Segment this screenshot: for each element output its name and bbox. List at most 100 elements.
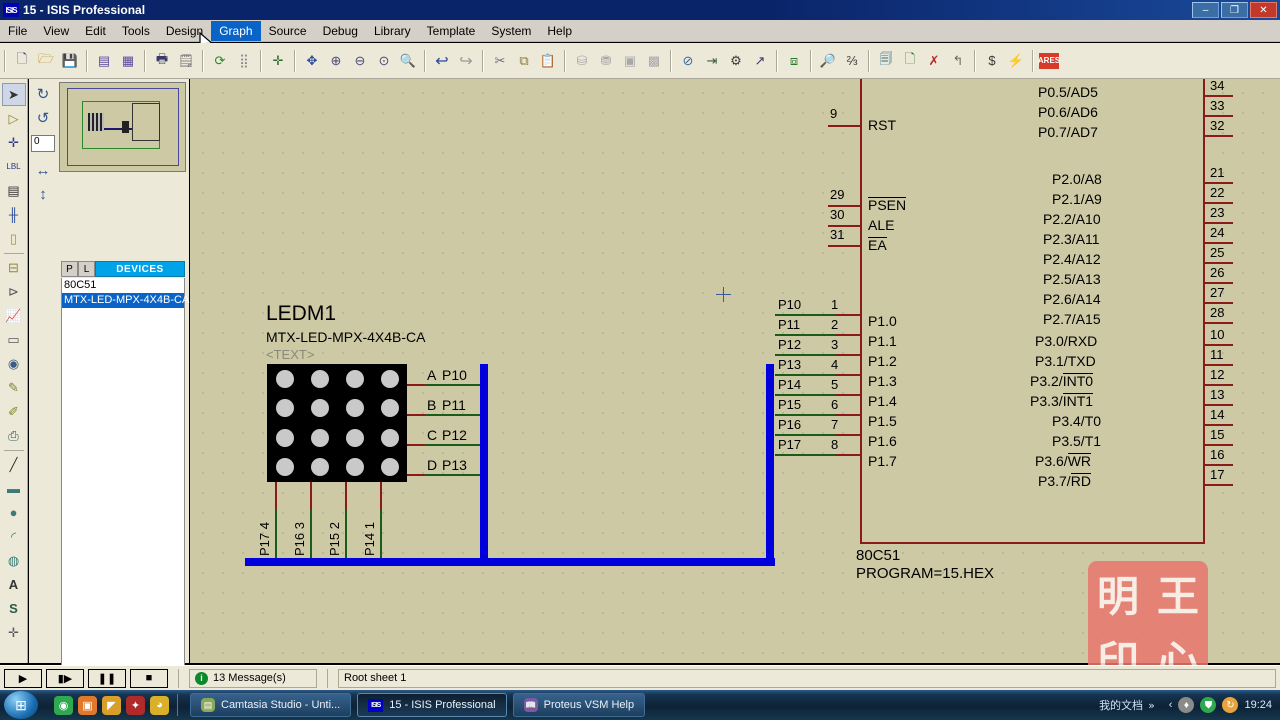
menu-file[interactable]: File <box>0 21 35 41</box>
design-explorer-icon[interactable]: 🗐 <box>875 50 897 72</box>
simulation-play-button[interactable]: ▶ <box>4 668 42 688</box>
tray-icon-update[interactable]: ↻ <box>1222 697 1239 713</box>
copy-icon[interactable]: ⧉ <box>513 50 535 72</box>
import-section-icon[interactable]: ▤ <box>93 50 115 72</box>
line-tool-icon[interactable]: ╱ <box>2 453 26 476</box>
my-documents-button[interactable]: 我的文档 » <box>1091 693 1163 717</box>
terminals-mode-icon[interactable]: ⊟ <box>2 256 26 279</box>
generator-mode-icon[interactable]: ◉ <box>2 352 26 375</box>
taskbar-clock[interactable]: 19:24 <box>1244 699 1272 711</box>
make-device-icon[interactable]: ⇥ <box>701 50 723 72</box>
rotation-angle-input[interactable]: 0 <box>31 135 55 152</box>
voltage-probe-icon[interactable]: ✎ <box>2 376 26 399</box>
zoom-area-icon[interactable]: ⊙ <box>373 50 395 72</box>
menu-graph[interactable]: Graph <box>211 20 261 41</box>
menu-template[interactable]: Template <box>419 21 484 41</box>
zoom-out-icon[interactable]: ⊖ <box>349 50 371 72</box>
taskbar-window-help[interactable]: 📖 Proteus VSM Help <box>512 693 646 717</box>
zoom-in-icon[interactable]: ⊕ <box>325 50 347 72</box>
packaging-tool-icon[interactable]: ⚙ <box>725 50 747 72</box>
menu-view[interactable]: View <box>35 21 77 41</box>
messages-status[interactable]: i 13 Message(s) <box>189 668 317 688</box>
print-icon[interactable]: 🖶 <box>151 50 173 72</box>
mirror-horizontal-icon[interactable]: ↔ <box>36 162 51 182</box>
buses-mode-icon[interactable]: ╫ <box>2 203 26 226</box>
export-section-icon[interactable]: ▦ <box>117 50 139 72</box>
graph-mode-icon[interactable]: 📈 <box>2 304 26 327</box>
quicklaunch-icon-3[interactable]: ◤ <box>102 695 121 715</box>
virtual-instruments-icon[interactable]: ⎙ <box>2 424 26 447</box>
pan-icon[interactable]: ✥ <box>301 50 323 72</box>
device-pins-icon[interactable]: ⊳ <box>2 280 26 303</box>
quicklaunch-icon-5[interactable]: ◕ <box>150 695 169 715</box>
tray-icon-security[interactable]: ⛊ <box>1200 697 1217 713</box>
led-matrix-display[interactable] <box>267 364 407 482</box>
quicklaunch-icon-2[interactable]: ▣ <box>78 695 97 715</box>
simulation-step-button[interactable]: ▮▶ <box>46 668 84 688</box>
exit-sheet-icon[interactable]: ↰ <box>947 50 969 72</box>
refresh-icon[interactable]: ⟳ <box>209 50 231 72</box>
ares-netlist-icon[interactable]: ARES <box>1038 52 1060 69</box>
cut-icon[interactable]: ✂ <box>489 50 511 72</box>
tray-icon-input[interactable]: ♦ <box>1178 697 1195 713</box>
mirror-vertical-icon[interactable]: ↕ <box>39 186 47 206</box>
wire-label-mode-icon[interactable]: LBL <box>2 155 26 178</box>
tape-recorder-icon[interactable]: ▭ <box>2 328 26 351</box>
devices-column-l[interactable]: L <box>78 261 95 277</box>
rotate-clockwise-icon[interactable]: ↻ <box>37 85 50 105</box>
decompose-icon[interactable]: ↗ <box>749 50 771 72</box>
component-preview[interactable] <box>59 82 186 172</box>
menu-system[interactable]: System <box>483 21 539 41</box>
new-file-icon[interactable]: 🗋 <box>11 50 33 72</box>
marker-tool-icon[interactable]: ✛ <box>2 621 26 644</box>
remove-sheet-icon[interactable]: ✗ <box>923 50 945 72</box>
overflow-chevron-icon[interactable]: » <box>1148 699 1155 712</box>
origin-icon[interactable]: ✛ <box>267 50 289 72</box>
taskbar-window-camtasia[interactable]: ▤ Camtasia Studio - Unti... <box>190 693 352 717</box>
simulation-pause-button[interactable]: ❚❚ <box>88 668 126 688</box>
quicklaunch-icon-1[interactable]: ◉ <box>54 695 73 715</box>
minimize-button[interactable]: – <box>1192 2 1219 18</box>
selection-mode-icon[interactable]: ➤ <box>1 83 26 106</box>
menu-library[interactable]: Library <box>366 21 419 41</box>
open-file-icon[interactable]: 🗁 <box>35 50 57 72</box>
close-button[interactable]: ✕ <box>1250 2 1277 18</box>
component-mode-icon[interactable]: ▷ <box>2 107 26 130</box>
wire-label-icon[interactable]: ⧈ <box>783 50 805 72</box>
maximize-button[interactable]: ❐ <box>1221 2 1248 18</box>
print-area-icon[interactable]: 🗒 <box>175 50 197 72</box>
pick-device-icon[interactable]: ⊘ <box>677 50 699 72</box>
list-item[interactable]: 80C51 <box>62 278 184 293</box>
bus-wire-left-vertical[interactable] <box>480 364 488 564</box>
property-search-icon[interactable]: 🔎 <box>817 50 839 72</box>
grid-toggle-icon[interactable]: ⣿ <box>233 50 255 72</box>
bus-wire-right-vertical[interactable] <box>766 364 774 564</box>
menu-source[interactable]: Source <box>261 21 315 41</box>
junction-dot-icon[interactable]: ✛ <box>2 131 26 154</box>
menu-tools[interactable]: Tools <box>114 21 158 41</box>
symbol-tool-icon[interactable]: S <box>2 597 26 620</box>
undo-icon[interactable]: ↩ <box>431 50 453 72</box>
redo-icon[interactable]: ↪ <box>455 50 477 72</box>
devices-list[interactable]: 80C51 MTX-LED-MPX-4X4B-CA <box>61 278 189 712</box>
box-tool-icon[interactable]: ▬ <box>2 477 26 500</box>
text-script-icon[interactable]: ▤ <box>2 179 26 202</box>
tray-expand-icon[interactable]: ‹ <box>1169 699 1173 711</box>
rotate-counterclockwise-icon[interactable]: ↺ <box>37 109 50 129</box>
list-item[interactable]: MTX-LED-MPX-4X4B-CA <box>62 293 189 308</box>
text-tool-icon[interactable]: A <box>2 573 26 596</box>
assign-property-icon[interactable]: ⅔ <box>841 50 863 72</box>
mcu-body[interactable] <box>860 79 1205 544</box>
menu-debug[interactable]: Debug <box>315 21 366 41</box>
bill-of-materials-icon[interactable]: $ <box>981 50 1003 72</box>
windows-start-icon[interactable]: ⊞ <box>4 691 38 719</box>
electrical-rules-icon[interactable]: ⚡ <box>1005 50 1027 72</box>
new-sheet-icon[interactable]: 🗋 <box>899 50 921 72</box>
bus-wire-bottom[interactable] <box>245 558 775 566</box>
quicklaunch-icon-4[interactable]: ✦ <box>126 695 145 715</box>
taskbar-window-isis[interactable]: ISIS 15 - ISIS Professional <box>357 693 507 717</box>
simulation-stop-button[interactable]: ■ <box>130 668 168 688</box>
paste-icon[interactable]: 📋 <box>537 50 559 72</box>
path-tool-icon[interactable]: ◍ <box>2 549 26 572</box>
subcircuit-icon[interactable]: ▯ <box>2 227 26 250</box>
